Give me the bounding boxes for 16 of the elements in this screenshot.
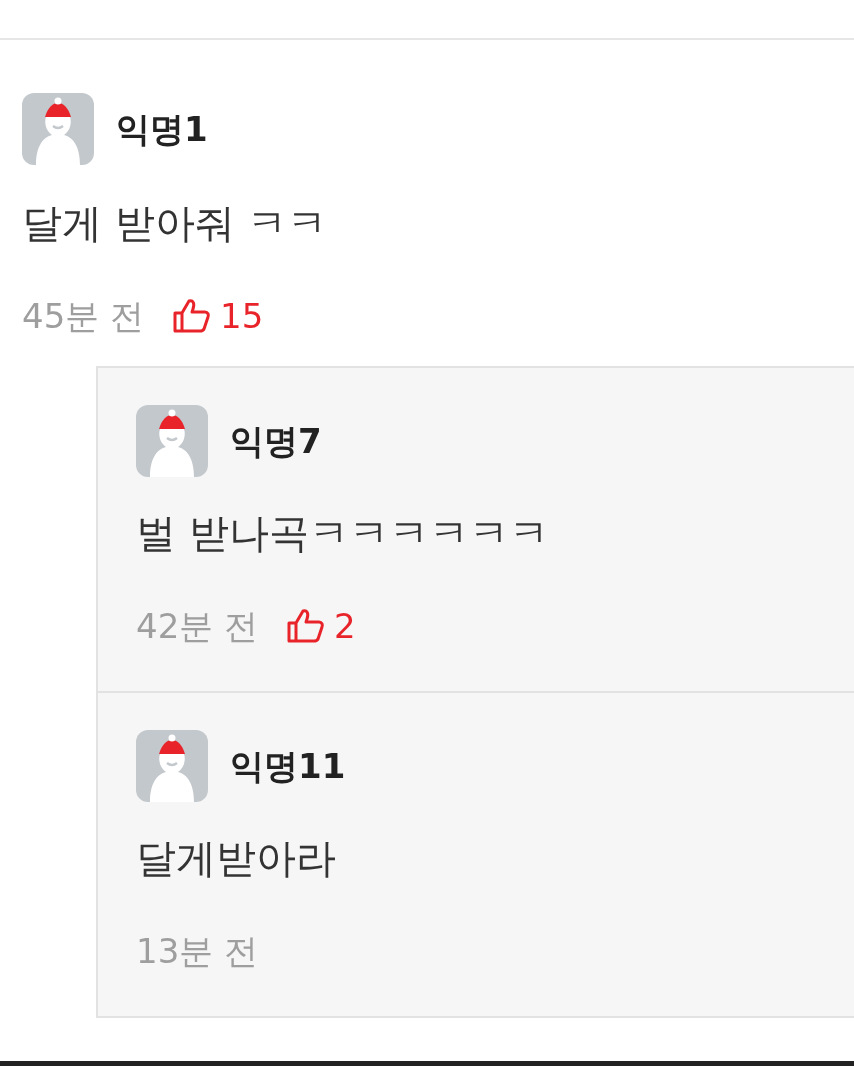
avatar-icon [136,405,208,477]
avatar-icon [22,93,94,165]
comment-time: 42분 전 [136,609,259,643]
comment-text: 달게 받아줘 ㅋㅋ [22,199,329,248]
author-name: 익명1 [116,112,208,146]
author-name: 익명11 [230,749,346,783]
avatar-icon [136,730,208,802]
comment-text: 벌 받나곡ㅋㅋㅋㅋㅋㅋ [136,509,550,558]
thumbs-up-icon [286,608,327,644]
comment-time: 45분 전 [22,299,145,333]
like-count: 15 [220,299,264,333]
thumbs-up-icon [172,298,213,334]
comment-time: 13분 전 [136,934,259,968]
like-count: 2 [334,609,356,643]
author-name: 익명7 [230,424,322,458]
comment-text: 달게받아라 [136,834,337,883]
